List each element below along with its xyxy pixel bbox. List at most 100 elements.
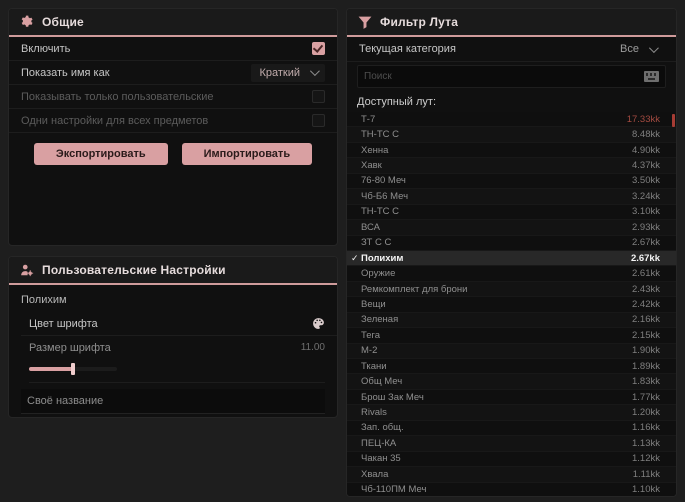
import-button[interactable]: Импортировать <box>181 143 313 165</box>
loot-item-value: 4.90kk <box>632 144 660 156</box>
loot-item-value: 2.43kk <box>632 283 660 295</box>
loot-row[interactable]: Т-7 17.33kk <box>347 112 676 128</box>
general-panel: Общие Включить Показать имя как Краткий … <box>8 8 338 246</box>
custom-name-input[interactable]: Своё название <box>21 389 325 414</box>
font-size-slider-wrap <box>29 359 325 383</box>
loot-row[interactable]: Хвала 1.11kk <box>347 467 676 483</box>
general-panel-body: Включить Показать имя как Краткий Показы… <box>9 37 337 165</box>
font-color-row: Цвет шрифта <box>21 312 337 336</box>
loot-item-name: Чб-Б6 Меч <box>361 190 409 202</box>
custom-settings-header: Пользовательские Настройки <box>9 257 337 285</box>
loot-row[interactable]: Оружие 2.61kk <box>347 266 676 282</box>
loot-item-name: Зап. общ. <box>361 422 404 434</box>
category-row: Текущая категория Все <box>347 37 676 62</box>
loot-item-value: 1.12kk <box>632 453 660 465</box>
same-settings-checkbox[interactable] <box>312 114 325 127</box>
loot-row[interactable]: ПЕЦ-КА 1.13kk <box>347 436 676 452</box>
loot-item-value: 2.61kk <box>632 268 660 280</box>
loot-item-name: Ремкомплект для брони <box>361 283 468 295</box>
loot-item-name: Тега <box>361 329 381 341</box>
loot-item-value: 2.93kk <box>632 221 660 233</box>
loot-item-value: 3.10kk <box>632 206 660 218</box>
loot-item-name: Хавк <box>361 160 382 172</box>
delete-row: Удалить <box>9 414 337 417</box>
loot-row[interactable]: ТН-ТС С 8.48kk <box>347 127 676 143</box>
loot-item-value: 1.20kk <box>632 407 660 419</box>
loot-row[interactable]: Тега 2.15kk <box>347 328 676 344</box>
setting-row-enable: Включить <box>9 37 337 61</box>
loot-item-name: Ткани <box>361 360 387 372</box>
loot-row[interactable]: Брош Зак Меч 1.77kk <box>347 389 676 406</box>
loot-item-value: 1.77kk <box>632 391 660 403</box>
loot-row[interactable]: ТН-ТС С 3.10kk <box>347 204 676 221</box>
loot-row[interactable]: Хенна 4.90kk <box>347 142 676 159</box>
enable-checkbox[interactable] <box>312 42 325 55</box>
loot-item-name: Оружие <box>361 268 396 280</box>
loot-item-value: 2.16kk <box>632 314 660 326</box>
chevron-down-icon <box>648 42 659 53</box>
loot-row[interactable]: Хавк 4.37kk <box>347 158 676 174</box>
loot-item-value: 4.37kk <box>632 160 660 172</box>
loot-list: Т-7 17.33kk ТН-ТС С 8.48kk Хенна 4.90kk Хавк 4.… <box>347 112 676 496</box>
loot-row[interactable]: Rivals 1.20kk <box>347 405 676 421</box>
setting-label: Показывать только пользовательские <box>21 90 214 103</box>
slider-handle[interactable] <box>71 363 75 375</box>
check-icon: ✓ <box>351 252 359 263</box>
loot-row[interactable]: ВСА 2.93kk <box>347 220 676 236</box>
loot-filter-panel: Фильтр Лута Текущая категория Все Поиск … <box>346 8 677 497</box>
font-size-row: Размер шрифта 11.00 <box>21 336 337 359</box>
only-custom-checkbox[interactable] <box>312 90 325 103</box>
loot-item-name: ТН-ТС С <box>361 206 399 218</box>
loot-row[interactable]: ✓ Полихим 2.67kk <box>347 250 676 267</box>
loot-item-value: 1.16kk <box>632 422 660 434</box>
loot-row[interactable]: Чб-110ПМ Меч 1.10kk <box>347 482 676 496</box>
loot-item-name: 76-80 Меч <box>361 175 406 187</box>
loot-item-name: ЗТ С С <box>361 237 392 249</box>
loot-item-name: Хвала <box>361 468 389 480</box>
loot-item-name: ТН-ТС С <box>361 129 399 141</box>
general-panel-header: Общие <box>9 9 337 37</box>
palette-icon[interactable] <box>312 317 325 330</box>
category-dropdown[interactable]: Все <box>612 40 664 58</box>
setting-label: Показать имя как <box>21 66 110 79</box>
panel-title-general: Общие <box>42 15 84 29</box>
setting-label: Включить <box>21 42 71 55</box>
loot-row[interactable]: М-2 1.90kk <box>347 343 676 359</box>
selected-item-label: Полихим <box>21 294 67 306</box>
export-button[interactable]: Экспортировать <box>33 143 168 165</box>
loot-row[interactable]: Чакан 35 1.12kk <box>347 451 676 468</box>
panel-title-custom: Пользовательские Настройки <box>42 263 226 277</box>
search-input[interactable]: Поиск <box>357 65 666 88</box>
keyboard-icon[interactable] <box>644 71 659 82</box>
loot-row[interactable]: Ремкомплект для брони 2.43kk <box>347 281 676 298</box>
loot-row[interactable]: ЗТ С С 2.67kk <box>347 235 676 251</box>
loot-item-name: ПЕЦ-КА <box>361 437 397 449</box>
loot-row[interactable]: Зап. общ. 1.16kk <box>347 420 676 437</box>
loot-item-value: 8.48kk <box>632 129 660 141</box>
loot-item-name: Хенна <box>361 144 389 156</box>
font-size-label: Размер шрифта <box>29 341 111 354</box>
setting-row-only-custom: Показывать только пользовательские <box>9 85 337 109</box>
loot-row[interactable]: Общ Меч 1.83kk <box>347 374 676 390</box>
setting-label: Одни настройки для всех предметов <box>21 114 209 127</box>
font-color-label: Цвет шрифта <box>29 317 98 330</box>
loot-item-value: 2.42kk <box>632 298 660 310</box>
font-size-slider[interactable] <box>29 363 117 375</box>
loot-item-value: 1.13kk <box>632 437 660 449</box>
loot-item-value: 17.33kk <box>626 113 660 125</box>
loot-item-value: 1.11kk <box>632 468 660 480</box>
export-import-row: Экспортировать Импортировать <box>9 133 337 165</box>
loot-item-value: 2.15kk <box>632 329 660 341</box>
loot-item-value: 1.90kk <box>632 345 660 357</box>
name-mode-dropdown[interactable]: Краткий <box>251 63 325 82</box>
loot-item-name: Rivals <box>361 407 387 419</box>
custom-settings-body: Полихим Цвет шрифта Размер шрифта 11.00 … <box>9 285 337 417</box>
loot-row[interactable]: Чб-Б6 Меч 3.24kk <box>347 189 676 205</box>
loot-row[interactable]: Ткани 1.89kk <box>347 359 676 375</box>
scrollbar-thumb[interactable] <box>672 114 675 127</box>
loot-row[interactable]: 76-80 Меч 3.50kk <box>347 173 676 190</box>
loot-row[interactable]: Зеленая 2.16kk <box>347 312 676 329</box>
dropdown-value: Краткий <box>259 66 300 79</box>
gear-icon <box>19 15 34 30</box>
loot-row[interactable]: Вещи 2.42kk <box>347 297 676 313</box>
